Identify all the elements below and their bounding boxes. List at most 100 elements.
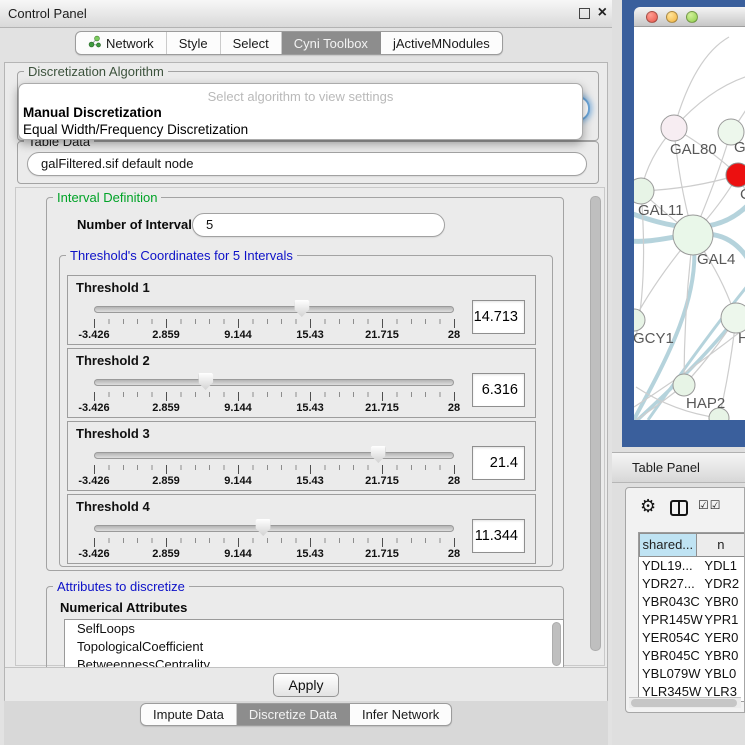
numerical-attributes-label: Numerical Attributes xyxy=(60,600,187,615)
slider-thumb[interactable] xyxy=(294,300,309,317)
node-label-h: H xyxy=(738,330,745,347)
node-hap2[interactable] xyxy=(673,374,695,396)
cell[interactable]: YBR0 xyxy=(704,647,745,665)
threshold-coordinates-group-title: Threshold's Coordinates for 5 Intervals xyxy=(66,248,297,263)
threshold-1-value-field[interactable]: 14.713 xyxy=(472,300,525,334)
threshold-2-value-field[interactable]: 6.316 xyxy=(472,373,525,407)
table-row[interactable]: YBR043CYBR0 xyxy=(639,593,745,611)
list-item[interactable]: TopologicalCoefficient xyxy=(65,638,563,656)
network-window-titlebar[interactable] xyxy=(634,7,745,27)
cell[interactable]: YBR043C xyxy=(639,593,704,611)
node-red-selected[interactable] xyxy=(726,163,745,187)
table-row[interactable]: YBR045CYBR0 xyxy=(639,647,745,665)
numerical-attributes-list[interactable]: SelfLoops TopologicalCoefficient Between… xyxy=(64,619,564,669)
cell[interactable]: YPR145W xyxy=(639,611,704,629)
slider-thumb[interactable] xyxy=(198,373,213,390)
table-row[interactable]: YER054CYER0 xyxy=(639,629,745,647)
node-label-gal4: GAL4 xyxy=(697,251,735,268)
node-label-c: C xyxy=(740,186,745,203)
list-vertical-scrollbar[interactable] xyxy=(552,622,561,666)
scrollbar-thumb[interactable] xyxy=(631,699,737,707)
cell[interactable]: YDR27... xyxy=(639,575,704,593)
select-columns-checkboxes-icon[interactable]: ☑☑ xyxy=(698,498,722,512)
tab-impute-data[interactable]: Impute Data xyxy=(141,704,237,725)
slider-track[interactable] xyxy=(94,379,454,386)
minimize-traffic-light-icon[interactable] xyxy=(666,11,678,23)
threshold-2-label: Threshold 2 xyxy=(76,353,150,368)
table-row[interactable]: YDL19...YDL1 xyxy=(639,557,745,575)
application-window: Control Panel × Network Style Select xyxy=(0,0,745,745)
tick-label: 2.859 xyxy=(152,329,180,341)
table-row[interactable]: YDR27...YDR2 xyxy=(639,575,745,593)
control-panel-titlebar: Control Panel × xyxy=(0,0,612,28)
network-canvas[interactable]: GAL80 GA GAL11 GAL4 GCY1 H HAP2 C xyxy=(634,27,745,420)
close-icon[interactable]: × xyxy=(598,4,607,22)
zoom-traffic-light-icon[interactable] xyxy=(686,11,698,23)
column-header-name[interactable]: n xyxy=(697,533,745,557)
panel-vertical-scrollbar[interactable] xyxy=(590,196,601,651)
column-header-shared-name[interactable]: shared... xyxy=(639,533,697,557)
table-panel-title: Table Panel xyxy=(632,460,700,475)
cell[interactable]: YPR1 xyxy=(704,611,745,629)
columns-icon[interactable] xyxy=(670,500,688,516)
tick-label: 2.859 xyxy=(152,548,180,560)
cell[interactable]: YDR2 xyxy=(704,575,745,593)
tick-label: 9.144 xyxy=(224,475,252,487)
cell[interactable]: YBR045C xyxy=(639,647,704,665)
attributes-group-title: Attributes to discretize xyxy=(53,579,189,594)
tab-infer-network-label: Infer Network xyxy=(362,707,439,722)
slider-tick-labels: -3.426 2.859 9.144 15.43 21.715 28 xyxy=(94,329,454,343)
node-gal80[interactable] xyxy=(661,115,687,141)
cell[interactable]: YDL19... xyxy=(639,557,704,575)
cell[interactable]: YER054C xyxy=(639,629,704,647)
float-window-icon[interactable] xyxy=(579,8,590,19)
popup-option-manual[interactable]: Manual Discretization xyxy=(23,105,162,120)
number-of-intervals-label: Number of Intervals xyxy=(77,217,199,232)
tick-label: 2.859 xyxy=(152,402,180,414)
table-data-combobox[interactable]: galFiltered.sif default node xyxy=(27,152,587,176)
tab-jactivemnodules[interactable]: jActiveMNodules xyxy=(381,32,502,54)
tab-cyni-toolbox[interactable]: Cyni Toolbox xyxy=(282,32,381,54)
threshold-1-slider[interactable]: -3.426 2.859 9.144 15.43 21.715 28 xyxy=(94,302,454,344)
table-row[interactable]: YPR145WYPR1 xyxy=(639,611,745,629)
cell[interactable]: YER0 xyxy=(704,629,745,647)
slider-track[interactable] xyxy=(94,306,454,313)
threshold-3-value-field[interactable]: 21.4 xyxy=(472,446,525,480)
node-h[interactable] xyxy=(721,303,745,333)
node-gcy1[interactable] xyxy=(634,309,645,331)
slider-track[interactable] xyxy=(94,452,454,459)
apply-button[interactable]: Apply xyxy=(273,673,339,697)
node-gal4[interactable] xyxy=(673,215,713,255)
node-label-ga: GA xyxy=(734,139,745,156)
popup-hint: Select algorithm to view settings xyxy=(19,89,582,104)
slider-track[interactable] xyxy=(94,525,454,532)
number-of-intervals-combobox[interactable]: 5 xyxy=(192,213,445,237)
tab-network[interactable]: Network xyxy=(76,32,167,54)
tab-discretize-data[interactable]: Discretize Data xyxy=(237,704,350,725)
cell[interactable]: YBR0 xyxy=(704,593,745,611)
network-view-window[interactable]: GAL80 GA GAL11 GAL4 GCY1 H HAP2 C xyxy=(622,0,745,447)
cell[interactable]: YBL0 xyxy=(704,665,745,683)
tick-label: 21.715 xyxy=(365,402,399,414)
cell[interactable]: YBL079W xyxy=(639,665,704,683)
threshold-4-value-field[interactable]: 11.344 xyxy=(472,519,525,553)
node-label-gcy1: GCY1 xyxy=(634,330,674,347)
tab-select[interactable]: Select xyxy=(221,32,282,54)
threshold-3-slider[interactable]: -3.426 2.859 9.144 15.43 21.715 28 xyxy=(94,448,454,490)
tab-style[interactable]: Style xyxy=(167,32,221,54)
tab-infer-network[interactable]: Infer Network xyxy=(350,704,451,725)
slider-tick-labels: -3.426 2.859 9.144 15.43 21.715 28 xyxy=(94,402,454,416)
threshold-coordinates-group: Threshold's Coordinates for 5 Intervals … xyxy=(59,255,553,567)
threshold-2-slider[interactable]: -3.426 2.859 9.144 15.43 21.715 28 xyxy=(94,375,454,417)
threshold-4-slider[interactable]: -3.426 2.859 9.144 15.43 21.715 28 xyxy=(94,521,454,563)
list-item[interactable]: SelfLoops xyxy=(65,620,563,638)
cell[interactable]: YDL1 xyxy=(704,557,745,575)
slider-thumb[interactable] xyxy=(256,519,271,536)
table-row[interactable]: YBL079WYBL0 xyxy=(639,665,745,683)
slider-thumb[interactable] xyxy=(371,446,386,463)
table-horizontal-scrollbar[interactable] xyxy=(629,697,741,708)
gear-icon[interactable]: ⚙ xyxy=(640,496,656,517)
popup-option-equal-width[interactable]: Equal Width/Frequency Discretization xyxy=(23,122,248,137)
node-table: shared... n YDL19...YDL1 YDR27...YDR2 YB… xyxy=(638,532,745,702)
close-traffic-light-icon[interactable] xyxy=(646,11,658,23)
